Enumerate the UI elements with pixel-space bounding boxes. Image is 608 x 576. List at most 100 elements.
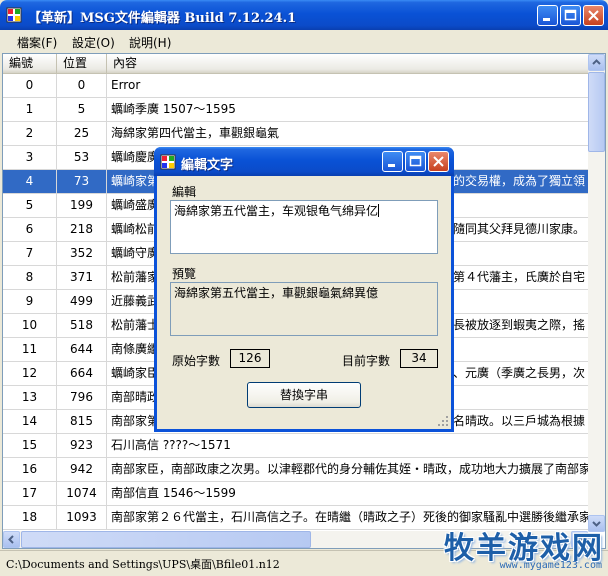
cell-content: 南部家臣，南部政康之次男。以津輕郡代的身分輔佐其姪・晴政，成功地大力擴展了南部家: [107, 458, 589, 482]
cell-content-text: 南部晴政: [111, 390, 160, 404]
cell-content-text: Error: [111, 78, 141, 92]
cell-content-text: 近藤義武: [111, 294, 160, 308]
cell-position: 218: [57, 218, 107, 242]
edit-textarea[interactable]: 海綿家第五代當主，车观银龟气绵异亿: [170, 200, 438, 254]
table-row[interactable]: 0 0 Error: [3, 74, 593, 98]
cell-content-text: 蠣崎盛廣: [111, 198, 160, 212]
table-row[interactable]: 17 1074 南部信直 1546～1599: [3, 482, 593, 506]
cell-position: 518: [57, 314, 107, 338]
preview-label: 預覽: [172, 267, 197, 281]
minimize-icon: [543, 18, 550, 21]
cell-id: 3: [3, 146, 57, 170]
dialog-title: 編輯文字: [181, 158, 234, 173]
cell-position: 0: [57, 74, 107, 98]
cell-content-text: 蠣崎慶廣: [111, 150, 160, 164]
cell-content-text: 南條廣繼: [111, 342, 160, 356]
scroll-left-button[interactable]: [3, 531, 20, 548]
dialog-title-bar: 編輯文字: [154, 147, 454, 176]
cell-position: 199: [57, 194, 107, 218]
cell-position: 815: [57, 410, 107, 434]
window-title: 【革新】MSG文件編輯器 Build 7.12.24.1: [28, 11, 297, 26]
column-header-id[interactable]: 編號: [3, 54, 57, 74]
cell-id: 18: [3, 506, 57, 530]
menu-bar: 檔案(F) 設定(O) 說明(H): [0, 30, 608, 52]
original-count-label: 原始字數: [172, 354, 221, 368]
table-row[interactable]: 16 942 南部家臣，南部政康之次男。以津輕郡代的身分輔佐其姪・晴政，成功地大力擴…: [3, 458, 593, 482]
cell-id: 2: [3, 122, 57, 146]
cell-content: 蠣崎季廣 1507～1595: [107, 98, 589, 122]
cell-id: 16: [3, 458, 57, 482]
cell-content-tail: 的交易權，成為了獨立領: [453, 174, 586, 188]
cell-position: 923: [57, 434, 107, 458]
original-count-value: 126: [230, 349, 270, 368]
table-row[interactable]: 1 5 蠣崎季廣 1507～1595: [3, 98, 593, 122]
cell-id: 8: [3, 266, 57, 290]
cell-content-text: 蠣崎守廣: [111, 246, 160, 260]
edit-text-dialog: 編輯文字 編輯 海綿家第五代當主，车观银龟气绵异亿 預覽 海綿家第五代當主，車觀…: [154, 147, 454, 432]
main-window: 【革新】MSG文件編輯器 Build 7.12.24.1 檔案(F) 設定(O)…: [0, 0, 608, 576]
cell-id: 17: [3, 482, 57, 506]
app-icon: [6, 7, 22, 23]
cell-content-text: 南部家第: [111, 414, 160, 428]
minimize-button[interactable]: [537, 5, 558, 26]
resize-grip-icon[interactable]: [437, 415, 449, 427]
title-bar: 【革新】MSG文件編輯器 Build 7.12.24.1: [0, 0, 608, 30]
menu-settings[interactable]: 設定(O): [72, 34, 115, 51]
cell-content: Error: [107, 74, 589, 98]
dialog-maximize-button[interactable]: [405, 151, 426, 172]
cell-content-text: 海綿家第四代當主，車觀銀龜氣: [111, 126, 280, 140]
horizontal-scroll-thumb[interactable]: [21, 531, 311, 548]
current-count-label: 目前字數: [342, 354, 391, 368]
cell-content-text: 松前藩家: [111, 270, 160, 284]
cell-id: 1: [3, 98, 57, 122]
current-count-value: 34: [400, 349, 438, 368]
dialog-close-button[interactable]: [428, 151, 449, 172]
cell-id: 4: [3, 170, 57, 194]
cell-position: 796: [57, 386, 107, 410]
dialog-app-icon: [160, 154, 176, 170]
watermark-logo: 牧羊游戏网 www.mygame123.com: [444, 523, 604, 576]
close-button[interactable]: [583, 5, 604, 26]
cell-content-text: 蠣崎季廣 1507～1595: [111, 102, 236, 116]
cell-position: 5: [57, 98, 107, 122]
maximize-button[interactable]: [560, 5, 581, 26]
column-header-content[interactable]: 內容: [107, 54, 589, 74]
status-file-path: C:\Documents and Settings\UPS\桌面\Bfile01…: [6, 558, 280, 571]
cell-id: 7: [3, 242, 57, 266]
cell-id: 0: [3, 74, 57, 98]
cell-content: 南部信直 1546～1599: [107, 482, 589, 506]
cell-id: 13: [3, 386, 57, 410]
cell-id: 6: [3, 218, 57, 242]
cell-id: 14: [3, 410, 57, 434]
vertical-scrollbar[interactable]: [588, 54, 605, 532]
cell-content-text: 蠣崎松前: [111, 222, 160, 236]
cell-position: 1093: [57, 506, 107, 530]
cell-position: 942: [57, 458, 107, 482]
menu-file[interactable]: 檔案(F): [17, 34, 57, 51]
arrow-left-icon: [8, 535, 14, 544]
cell-content-tail: 隨同其父拜見德川家康。: [453, 222, 586, 236]
replace-string-button[interactable]: 替換字串: [247, 382, 361, 408]
minimize-icon: [388, 164, 395, 167]
dialog-minimize-button[interactable]: [382, 151, 403, 172]
cell-position: 664: [57, 362, 107, 386]
close-icon: [433, 156, 444, 167]
column-header-position[interactable]: 位置: [57, 54, 107, 74]
cell-id: 5: [3, 194, 57, 218]
scroll-up-button[interactable]: [588, 54, 605, 71]
table-row[interactable]: 15 923 石川高信 ????～1571: [3, 434, 593, 458]
menu-help[interactable]: 說明(H): [129, 34, 171, 51]
cell-content-text: 南部家第２６代當主，石川高信之子。在晴繼（晴政之子）死後的御家騷亂中選勝後繼承家: [111, 510, 589, 524]
cell-position: 352: [57, 242, 107, 266]
vertical-scroll-thumb[interactable]: [588, 72, 605, 152]
cell-content-text: 南部信直 1546～1599: [111, 486, 236, 500]
preview-text-value: 海綿家第五代當主，車觀銀龜氣綿異億: [174, 286, 379, 300]
text-caret: [378, 204, 380, 217]
cell-content: 石川高信 ????～1571: [107, 434, 589, 458]
maximize-icon: [409, 155, 422, 167]
cell-content-tail: 長被放逐到蝦夷之際，搖: [453, 318, 586, 332]
table-row[interactable]: 2 25 海綿家第四代當主，車觀銀龜氣: [3, 122, 593, 146]
edit-label: 編輯: [172, 185, 197, 199]
cell-position: 25: [57, 122, 107, 146]
cell-position: 371: [57, 266, 107, 290]
